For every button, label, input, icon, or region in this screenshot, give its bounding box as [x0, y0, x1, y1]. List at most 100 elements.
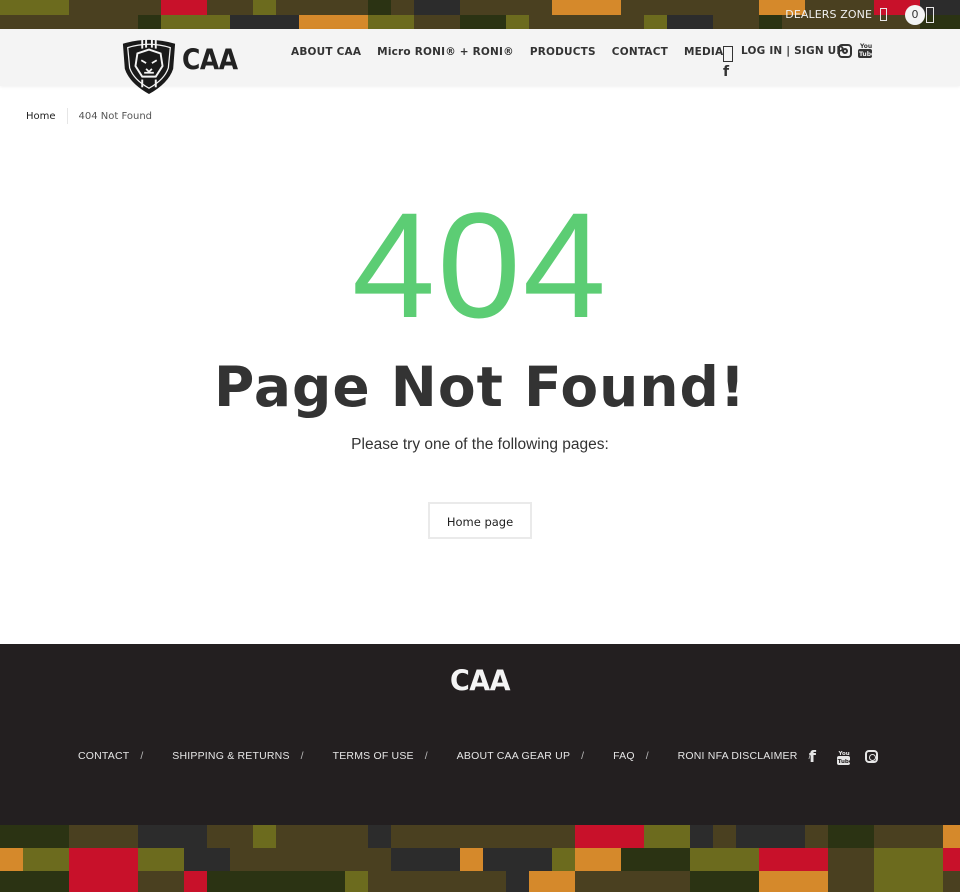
camo-block [184, 848, 230, 871]
youtube-icon[interactable]: You Tube [858, 42, 872, 59]
camo-block [207, 871, 276, 892]
breadcrumb-separator [66, 108, 68, 124]
camo-block [759, 15, 782, 29]
camo-block [828, 848, 874, 871]
dealers-zone-link[interactable]: DEALERS ZONE [785, 8, 872, 21]
camo-block [621, 871, 690, 892]
footer-link-faq[interactable]: FAQ [613, 750, 635, 762]
camo-block [69, 848, 138, 871]
page-title: Page Not Found! [214, 355, 746, 419]
camo-block [276, 871, 345, 892]
camo-block [644, 15, 667, 29]
facebook-icon[interactable]: f [809, 747, 821, 766]
camo-block [391, 0, 414, 15]
camo-block [943, 848, 960, 871]
camo-block [69, 0, 92, 15]
camo-block [0, 0, 69, 15]
home-page-button[interactable]: Home page [428, 502, 532, 539]
camo-block [184, 871, 207, 892]
camo-block [506, 871, 529, 892]
camo-block [161, 0, 207, 15]
nav-products[interactable]: PRODUCTS [530, 46, 596, 58]
breadcrumb-current: 404 Not Found [78, 110, 153, 122]
footer-link-about-caa-gear-up[interactable]: ABOUT CAA GEAR UP [457, 750, 571, 762]
camo-block [230, 848, 276, 871]
camo-block [506, 0, 552, 15]
nav-about-caa[interactable]: ABOUT CAA [291, 46, 361, 58]
footer-link-roni-nfa-disclaimer[interactable]: RONI NFA DISCLAIMER [678, 750, 798, 762]
footer-link-shipping-returns[interactable]: SHIPPING & RETURNS [172, 750, 289, 762]
camo-block [690, 871, 759, 892]
camo-block [437, 871, 506, 892]
camo-block [759, 871, 828, 892]
camo-block [805, 825, 828, 848]
camo-block [667, 15, 713, 29]
camo-block [644, 825, 690, 848]
cart-icon[interactable] [926, 6, 934, 23]
camo-block [138, 825, 207, 848]
svg-text:You: You [859, 43, 872, 50]
footer-separator: / [424, 750, 428, 762]
camo-block [874, 825, 943, 848]
camo-block [943, 871, 960, 892]
camo-block [575, 848, 621, 871]
footer-link-contact[interactable]: CONTACT [78, 750, 129, 762]
camo-block [92, 0, 161, 15]
nav-micro-roni[interactable]: Micro RONI® + RONI® [377, 46, 514, 58]
account-icon[interactable] [723, 46, 733, 62]
camo-block [943, 825, 960, 848]
user-icon[interactable] [880, 8, 887, 21]
camo-block [759, 848, 828, 871]
instagram-icon[interactable] [838, 44, 852, 58]
breadcrumb-home[interactable]: Home [26, 111, 56, 122]
camo-block [138, 848, 184, 871]
camo-block [368, 825, 391, 848]
camo-block [690, 0, 759, 15]
camo-block [552, 825, 575, 848]
camo-block [161, 15, 230, 29]
top-utility-bar: DEALERS ZONE 0 [785, 0, 960, 29]
camo-block [414, 871, 437, 892]
camo-block [437, 0, 460, 15]
site-header: CAA ABOUT CAA Micro RONI® + RONI® PRODUC… [0, 29, 960, 95]
camo-block [0, 871, 69, 892]
camo-block [874, 848, 943, 871]
footer-social: f You Tube [809, 747, 878, 766]
camo-block [621, 848, 690, 871]
site-logo[interactable]: CAA [120, 37, 238, 95]
camo-block [230, 15, 299, 29]
login-signup-link[interactable]: LOG IN | SIGN UP [741, 45, 844, 57]
nav-media[interactable]: MEDIA [684, 46, 723, 58]
facebook-icon[interactable]: f [723, 64, 729, 80]
cart-count-badge[interactable]: 0 [905, 4, 925, 25]
camo-block [483, 848, 552, 871]
footer-logo[interactable]: CAA [0, 665, 960, 698]
footer-separator: / [140, 750, 144, 762]
camo-block [828, 825, 874, 848]
camo-block [460, 825, 483, 848]
svg-text:Tube: Tube [859, 51, 872, 58]
camo-block [69, 15, 138, 29]
instagram-icon[interactable] [865, 750, 878, 763]
camo-block [644, 0, 690, 15]
camo-block [690, 825, 713, 848]
camo-block [391, 848, 460, 871]
camo-block [598, 15, 644, 29]
camo-block [621, 0, 644, 15]
camo-block [437, 15, 460, 29]
camo-block [0, 15, 46, 29]
camo-block [391, 825, 460, 848]
camo-block [345, 871, 368, 892]
lion-shield-icon [122, 38, 176, 95]
logo-text: CAA [182, 42, 238, 76]
camo-block [253, 825, 276, 848]
camo-block [368, 871, 414, 892]
camo-block [207, 0, 253, 15]
camo-block [575, 825, 644, 848]
nav-contact[interactable]: CONTACT [612, 46, 668, 58]
camo-block [828, 871, 851, 892]
footer-link-terms-of-use[interactable]: TERMS OF USE [333, 750, 414, 762]
camo-block [529, 871, 575, 892]
camo-block [460, 848, 483, 871]
youtube-icon[interactable]: You Tube [837, 749, 850, 765]
